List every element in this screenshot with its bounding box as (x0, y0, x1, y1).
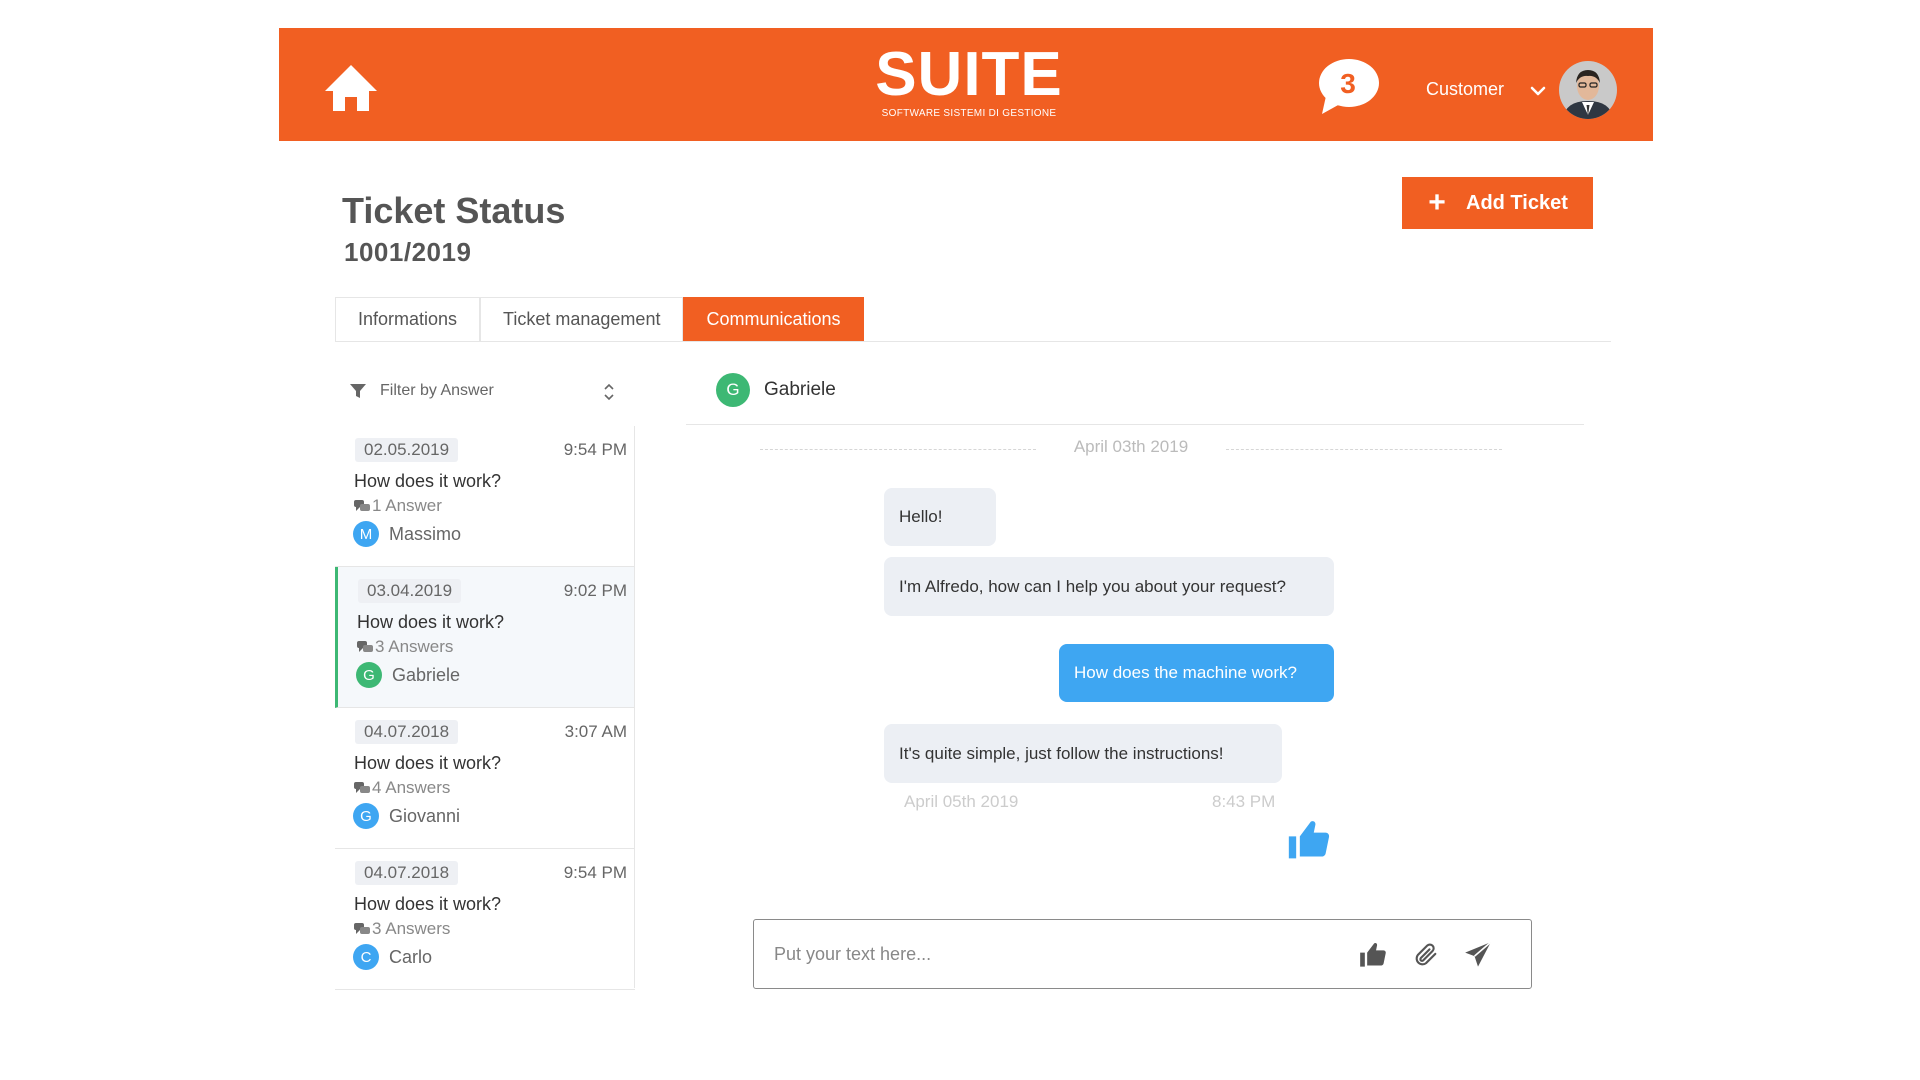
thread-answers: 4 Answers (354, 778, 450, 798)
thread-date: 02.05.2019 (355, 438, 459, 462)
chat-header-divider (686, 424, 1584, 425)
like-reaction[interactable] (1287, 817, 1331, 863)
page-title: Ticket Status (342, 190, 566, 231)
thread-title: How does it work? (354, 753, 502, 773)
thread-title: How does it work? (354, 894, 502, 914)
ticket-tabs: Informations Ticket management Communica… (335, 297, 864, 341)
thread-answers: 3 Answers (354, 919, 450, 939)
thread-user-name: Giovanni (389, 805, 461, 826)
thread-list-item[interactable]: 04.07.2018 3:07 AM How does it work? 4 A… (335, 708, 635, 849)
funnel-icon (350, 383, 366, 399)
comments-icon (354, 781, 370, 795)
contact-initial-badge: G (716, 373, 750, 407)
ticket-number: 1001/2019 (344, 237, 472, 267)
chevron-down-icon (1530, 86, 1546, 96)
user-menu-label[interactable]: Customer (1426, 79, 1504, 100)
thread-user-name: Carlo (389, 946, 433, 967)
thread-user: C Carlo (353, 944, 432, 970)
send-icon (1465, 941, 1492, 967)
date-separator: April 03th 2019 (760, 437, 1502, 461)
home-icon (325, 65, 377, 111)
thread-date: 03.04.2019 (358, 579, 462, 603)
thumbs-up-icon (1360, 942, 1386, 967)
comments-icon (354, 922, 370, 936)
thumbs-up-icon (1288, 821, 1330, 859)
message-bubble-incoming: It's quite simple, just follow the instr… (884, 724, 1282, 783)
date-separator-label: April 03th 2019 (1073, 437, 1189, 456)
separator-line (1226, 449, 1502, 450)
filter-by-answer-select[interactable]: Filter by Answer (350, 378, 620, 404)
avatar-image (1559, 61, 1617, 119)
notifications-count: 3 (1340, 68, 1356, 99)
message-bubble-incoming: I'm Alfredo, how can I help you about yo… (884, 557, 1334, 616)
app-header: SUITE SOFTWARE SISTEMI DI GESTIONE 3 Cus… (279, 28, 1653, 141)
user-initial-badge: G (353, 803, 379, 829)
thread-answers-count: 3 Answers (372, 919, 451, 938)
thread-answers: 1 Answer (354, 496, 442, 516)
comments-icon (357, 640, 373, 654)
thread-title: How does it work? (357, 612, 505, 632)
message-time: 8:43 PM (1212, 792, 1276, 811)
home-button[interactable] (323, 63, 379, 113)
add-ticket-button[interactable]: + Add Ticket (1402, 177, 1593, 229)
user-initial-badge: C (353, 944, 379, 970)
thread-answers-count: 1 Answer (372, 496, 442, 515)
add-ticket-label: Add Ticket (1466, 191, 1568, 214)
tab-informations[interactable]: Informations (335, 297, 481, 341)
thread-title: How does it work? (354, 471, 502, 491)
thread-date: 04.07.2018 (355, 720, 459, 744)
message-bubble-outgoing: How does the machine work? (1059, 644, 1334, 702)
comments-icon (354, 499, 370, 513)
thread-answers-count: 3 Answers (375, 637, 454, 656)
sort-icon (602, 382, 616, 402)
thread-time: 9:54 PM (563, 863, 627, 882)
paperclip-icon (1415, 943, 1437, 966)
thread-answers-count: 4 Answers (372, 778, 451, 797)
user-menu-toggle[interactable] (1529, 82, 1547, 100)
filter-label: Filter by Answer (380, 382, 494, 399)
thread-user: G Gabriele (356, 662, 460, 688)
tab-ticket-management[interactable]: Ticket management (480, 297, 684, 341)
message-date: April 05th 2019 (904, 792, 1019, 811)
thread-list-item[interactable]: 02.05.2019 9:54 PM How does it work? 1 A… (335, 426, 635, 567)
thread-user-name: Gabriele (392, 664, 461, 685)
user-avatar[interactable] (1559, 61, 1617, 119)
attach-button[interactable] (1412, 941, 1440, 969)
thread-user-name: Massimo (389, 523, 462, 544)
suite-logo: SUITE SOFTWARE SISTEMI DI GESTIONE (869, 44, 1069, 120)
tab-communications[interactable]: Communications (683, 297, 864, 341)
tabs-divider (335, 341, 1611, 342)
thread-list-item-selected[interactable]: 03.04.2019 9:02 PM How does it work? 3 A… (335, 567, 635, 708)
logo-tagline: SOFTWARE SISTEMI DI GESTIONE (881, 108, 1057, 119)
thread-time: 3:07 AM (564, 722, 627, 741)
thread-time: 9:02 PM (563, 581, 627, 600)
message-input[interactable] (754, 920, 1334, 988)
user-initial-badge: M (353, 521, 379, 547)
message-composer (753, 919, 1532, 989)
thread-list-divider (634, 426, 635, 988)
chat-header: G Gabriele (716, 373, 836, 407)
contact-name: Gabriele (764, 379, 836, 400)
thread-user: G Giovanni (353, 803, 460, 829)
logo-wordmark: SUITE (875, 40, 1063, 109)
notifications-button[interactable]: 3 (1316, 58, 1380, 116)
thread-list: 02.05.2019 9:54 PM How does it work? 1 A… (335, 426, 635, 990)
send-button[interactable] (1464, 941, 1492, 969)
message-bubble-incoming: Hello! (884, 488, 996, 546)
send-like-button[interactable] (1359, 941, 1387, 969)
thread-list-item[interactable]: 04.07.2018 9:54 PM How does it work? 3 A… (335, 849, 635, 990)
thread-time: 9:54 PM (563, 440, 627, 459)
thread-date: 04.07.2018 (355, 861, 459, 885)
thread-answers: 3 Answers (357, 637, 453, 657)
plus-icon: + (1428, 186, 1446, 219)
user-initial-badge: G (356, 662, 382, 688)
thread-user: M Massimo (353, 521, 461, 547)
